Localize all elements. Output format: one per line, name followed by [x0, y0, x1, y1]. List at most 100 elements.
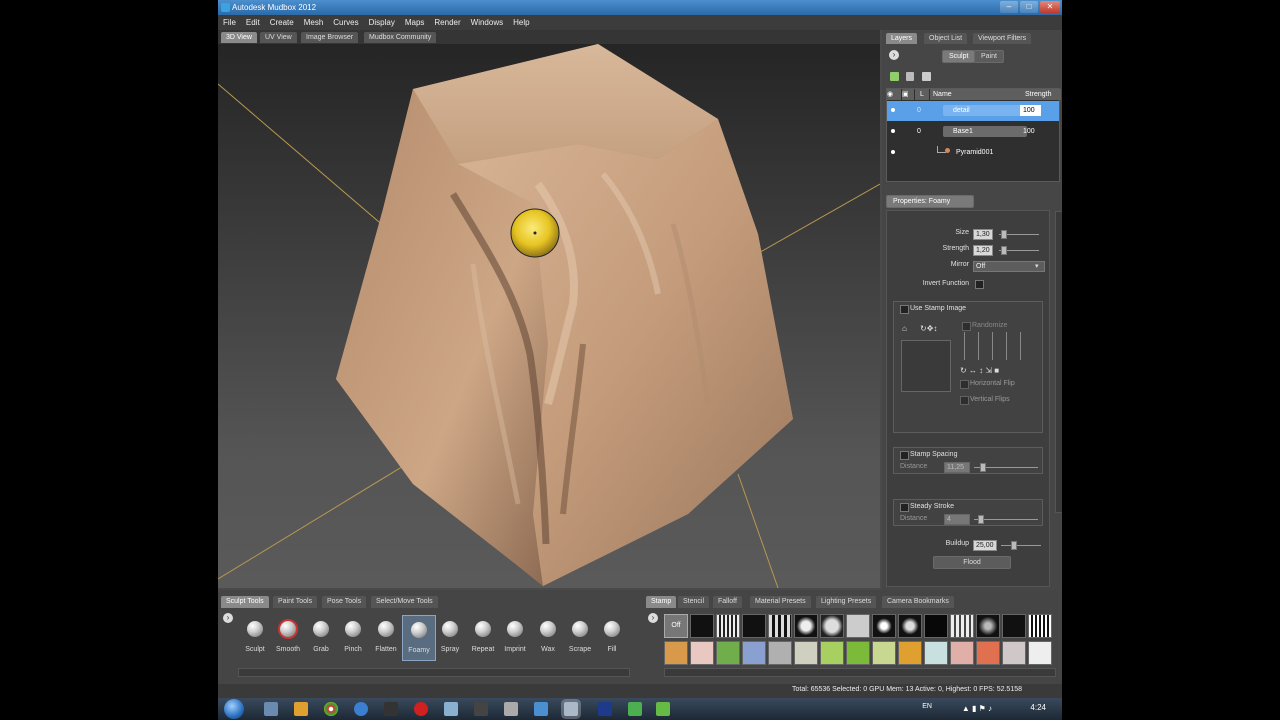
material-thumbnail[interactable] [664, 641, 688, 665]
app-taskbar-icon[interactable] [534, 702, 548, 716]
tool-sculpt[interactable]: Sculpt [239, 615, 271, 659]
stamp-thumbnail[interactable] [898, 614, 922, 638]
sculpt-layers-button[interactable]: Sculpt [942, 50, 976, 63]
tool-wax[interactable]: Wax [532, 615, 564, 659]
stamp-transform-icons[interactable]: ↻✥↕ [920, 324, 937, 333]
tab-stencil[interactable]: Stencil [678, 596, 710, 608]
photoshop-taskbar-icon[interactable] [598, 702, 612, 716]
material-thumbnail[interactable] [690, 641, 714, 665]
media-taskbar-icon[interactable] [294, 702, 308, 716]
tab-falloff[interactable]: Falloff [713, 596, 742, 608]
stamp-rotate-flip-icons[interactable]: ↻ ↔ ↕ ⇲ ■ [960, 366, 999, 375]
spacing-slider-handle[interactable] [980, 463, 986, 472]
vertical-flip-checkbox[interactable] [960, 396, 969, 405]
tab-lighting-presets[interactable]: Lighting Presets [816, 596, 877, 608]
stamp-off[interactable]: Off [664, 614, 688, 638]
visibility-dot-icon[interactable] [891, 108, 895, 112]
menu-curves[interactable]: Curves [328, 15, 363, 30]
layer-name[interactable]: Base1 [943, 126, 1027, 137]
tool-flatten[interactable]: Flatten [370, 615, 402, 659]
menu-create[interactable]: Create [265, 15, 299, 30]
tool-imprint[interactable]: Imprint [499, 615, 531, 659]
maximize-button[interactable]: □ [1020, 1, 1038, 13]
menu-mesh[interactable]: Mesh [299, 15, 329, 30]
tab-material-presets[interactable]: Material Presets [750, 596, 811, 608]
minimize-button[interactable]: – [1000, 1, 1018, 13]
language-indicator[interactable]: EN [922, 703, 932, 710]
stamp-thumbnail[interactable] [872, 614, 896, 638]
mudbox-taskbar-icon[interactable] [564, 702, 578, 716]
tool-spray[interactable]: Spray [434, 615, 466, 659]
pyramid-mesh[interactable] [336, 44, 793, 586]
tab-layers[interactable]: Layers [886, 33, 918, 44]
menu-display[interactable]: Display [364, 15, 400, 30]
menu-maps[interactable]: Maps [400, 15, 430, 30]
stamp-thumbnail[interactable] [976, 614, 1000, 638]
tool-repeat[interactable]: Repeat [467, 615, 499, 659]
tab-viewport-filters[interactable]: Viewport Filters [973, 33, 1032, 44]
tray-icons[interactable]: ▲ ▮ ⚑ ♪ [962, 704, 992, 713]
material-thumbnail[interactable] [742, 641, 766, 665]
tab-paint-tools[interactable]: Paint Tools [273, 596, 318, 608]
visibility-dot-icon[interactable] [891, 150, 895, 154]
app-taskbar-icon[interactable] [474, 702, 488, 716]
menu-edit[interactable]: Edit [241, 15, 265, 30]
opera-taskbar-icon[interactable] [414, 702, 428, 716]
size-field[interactable]: 1,30 [973, 229, 993, 240]
taskbar-clock[interactable]: 4:24 [1030, 703, 1046, 712]
stamp-thumbnail[interactable] [1028, 614, 1052, 638]
tab-pose-tools[interactable]: Pose Tools [322, 596, 367, 608]
object-name[interactable]: Pyramid001 [953, 147, 993, 158]
randomize-checkbox[interactable] [962, 322, 971, 331]
menu-help[interactable]: Help [508, 15, 534, 30]
material-thumbnail[interactable] [1028, 641, 1052, 665]
material-thumbnail[interactable] [872, 641, 896, 665]
steady-stroke-checkbox[interactable] [900, 503, 909, 512]
menu-file[interactable]: File [218, 15, 241, 30]
stamp-thumbnail[interactable] [794, 614, 818, 638]
properties-title-tab[interactable]: Properties: Foamy [886, 195, 974, 208]
properties-scrollbar[interactable] [1055, 211, 1062, 513]
close-button[interactable]: ✕ [1040, 1, 1060, 13]
material-thumbnail[interactable] [820, 641, 844, 665]
stamp-preview[interactable] [901, 340, 951, 392]
app-taskbar-icon[interactable] [384, 702, 398, 716]
stamp-thumbnail[interactable] [1002, 614, 1026, 638]
strength-field[interactable]: 1,20 [973, 245, 993, 256]
app-taskbar-icon[interactable] [656, 702, 670, 716]
material-thumbnail[interactable] [950, 641, 974, 665]
material-thumbnail[interactable] [976, 641, 1000, 665]
app-taskbar-icon[interactable] [504, 702, 518, 716]
tab-select-move-tools[interactable]: Select/Move Tools [371, 596, 438, 608]
stamp-thumbnail[interactable] [820, 614, 844, 638]
viewport-scene[interactable] [218, 44, 880, 588]
tab-3d-view[interactable]: 3D View [221, 32, 257, 43]
size-slider-handle[interactable] [1001, 230, 1007, 239]
stamp-thumbnail[interactable] [950, 614, 974, 638]
steady-slider-handle[interactable] [978, 515, 984, 524]
tool-pinch[interactable]: Pinch [337, 615, 369, 659]
use-stamp-checkbox[interactable] [900, 305, 909, 314]
chevron-down-icon[interactable]: ▾ [1035, 262, 1039, 270]
buildup-slider-track[interactable] [1001, 545, 1041, 546]
tab-camera-bookmarks[interactable]: Camera Bookmarks [882, 596, 954, 608]
stamp-spacing-checkbox[interactable] [900, 451, 909, 460]
stamp-lock-icon[interactable]: ⌂ [902, 324, 907, 333]
material-thumbnail[interactable] [716, 641, 740, 665]
material-thumbnail[interactable] [898, 641, 922, 665]
randomize-sliders[interactable] [962, 332, 1028, 362]
tab-sculpt-tools[interactable]: Sculpt Tools [221, 596, 269, 608]
app-taskbar-icon[interactable] [628, 702, 642, 716]
stamp-thumbnail[interactable] [690, 614, 714, 638]
browser-taskbar-icon[interactable] [354, 702, 368, 716]
tray-collapse-icon[interactable]: › [223, 613, 233, 623]
menu-render[interactable]: Render [429, 15, 465, 30]
paint-layers-button[interactable]: Paint [974, 50, 1004, 63]
stamp-thumbnail[interactable] [924, 614, 948, 638]
tool-grab[interactable]: Grab [305, 615, 337, 659]
visibility-dot-icon[interactable] [891, 129, 895, 133]
buildup-slider-handle[interactable] [1011, 541, 1017, 550]
steady-distance-field[interactable]: 4 [944, 514, 970, 525]
layer-row-base1[interactable]: 0 Base1 100 [887, 122, 1059, 142]
tab-image-browser[interactable]: Image Browser [301, 32, 359, 43]
